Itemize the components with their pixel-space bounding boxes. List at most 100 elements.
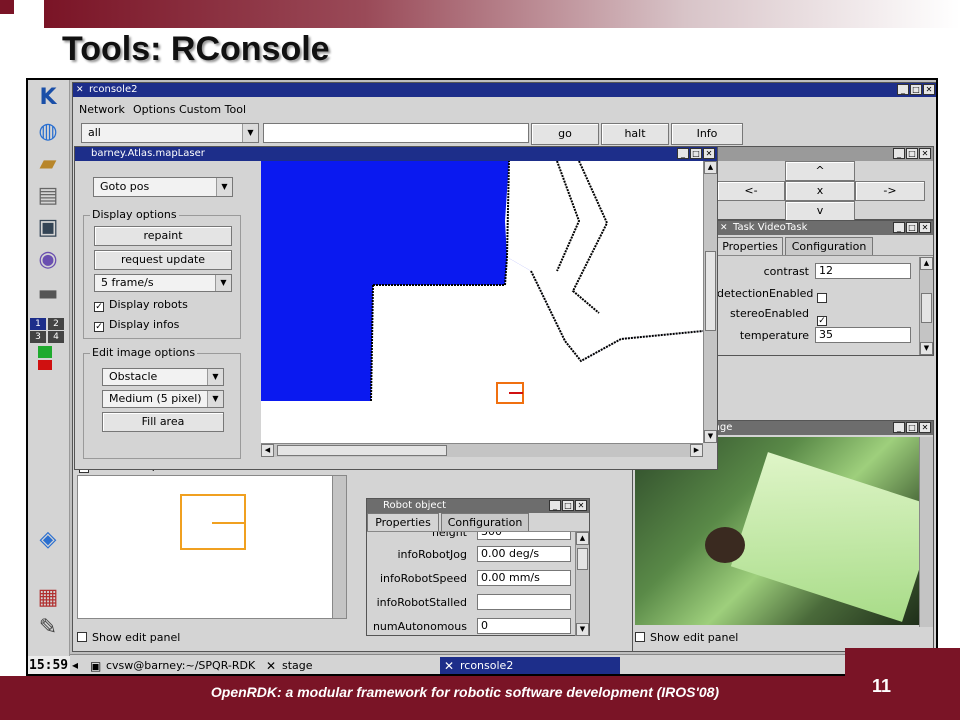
scroll-thumb[interactable] <box>921 293 932 323</box>
show-edit-panel-checkbox-3[interactable]: Show edit panel <box>635 631 738 645</box>
vertical-scrollbar[interactable] <box>919 437 933 627</box>
scroll-thumb[interactable] <box>705 251 716 331</box>
vertical-scrollbar[interactable]: ▲ ▼ <box>919 257 933 355</box>
printer-icon[interactable]: ▬ <box>32 280 64 308</box>
scroll-down-icon[interactable]: ▼ <box>704 430 717 443</box>
kde-icon[interactable]: K <box>32 84 64 112</box>
menu-network[interactable]: Network <box>79 103 125 116</box>
maximize-button[interactable]: □ <box>562 500 574 511</box>
map-vertical-scrollbar[interactable]: ▲ ▼ <box>703 161 717 443</box>
display-infos-checkbox[interactable]: ✓ Display infos <box>94 318 179 332</box>
scroll-up-icon[interactable]: ▲ <box>920 257 933 270</box>
shell-icon[interactable]: ◈ <box>32 526 64 554</box>
mode-selector[interactable]: Goto pos ▼ <box>93 177 233 197</box>
halt-button[interactable]: halt <box>601 123 669 145</box>
pen-icon[interactable]: ✎ <box>32 614 64 642</box>
temperature-input[interactable]: 35 <box>815 327 911 343</box>
minimize-button[interactable]: _ <box>897 84 909 95</box>
scroll-left-icon[interactable]: ◀ <box>261 444 274 457</box>
laser-map-view[interactable] <box>261 161 703 443</box>
fill-area-button[interactable]: Fill area <box>102 412 224 432</box>
move-back-button[interactable]: v <box>785 201 855 221</box>
display-robots-checkbox[interactable]: ✓ Display robots <box>94 298 188 312</box>
repaint-button[interactable]: repaint <box>94 226 232 246</box>
contrast-input[interactable]: 12 <box>815 263 911 279</box>
maximize-button[interactable]: □ <box>906 222 918 233</box>
scroll-right-icon[interactable]: ▶ <box>690 444 703 457</box>
minimize-button[interactable]: _ <box>677 148 689 159</box>
close-button[interactable]: ✕ <box>703 148 715 159</box>
robot-object-titlebar[interactable]: Robot object _ □ ✕ <box>367 499 589 513</box>
menu-options[interactable]: Options <box>133 103 175 116</box>
clock: 15:59 <box>28 656 70 674</box>
clipboard-icon[interactable]: ▦ <box>32 584 64 612</box>
scroll-thumb[interactable] <box>577 548 588 570</box>
task-rconsole[interactable]: ✕ rconsole2 <box>440 657 620 674</box>
pen-size-selector[interactable]: Medium (5 pixel) ▼ <box>102 390 224 408</box>
menu-custom-tool[interactable]: Custom Tool <box>179 103 246 116</box>
num-autonomous-value[interactable]: 0 <box>477 618 571 634</box>
info-robot-speed-value[interactable]: 0.00 mm/s <box>477 570 571 586</box>
maximize-button[interactable]: □ <box>690 148 702 159</box>
tab-configuration[interactable]: Configuration <box>785 237 873 255</box>
robot-canvas[interactable] <box>77 475 347 619</box>
turn-right-button[interactable]: -> <box>855 181 925 201</box>
scroll-down-icon[interactable]: ▼ <box>920 342 933 355</box>
info-robot-jog-value[interactable]: 0.00 deg/s <box>477 546 571 562</box>
close-button[interactable]: ✕ <box>919 148 931 159</box>
detection-enabled-checkbox[interactable] <box>817 287 832 306</box>
cd-icon[interactable]: ◉ <box>32 246 64 274</box>
stop-button[interactable]: x <box>785 181 855 201</box>
brush-type-selector[interactable]: Obstacle ▼ <box>102 368 224 386</box>
frame-rate-selector[interactable]: 5 frame/s ▼ <box>94 274 232 292</box>
maximize-button[interactable]: □ <box>906 148 918 159</box>
globe-icon[interactable]: ◍ <box>32 118 64 146</box>
turn-left-button[interactable]: <- <box>717 181 785 201</box>
command-input[interactable] <box>263 123 529 143</box>
tab-properties[interactable]: Properties <box>367 513 439 531</box>
video-task-titlebar[interactable]: ✕ Task VideoTask _ □ ✕ <box>717 221 933 235</box>
node-selector[interactable]: all ▼ <box>81 123 259 143</box>
tab-properties[interactable]: Properties <box>717 237 783 255</box>
info-robot-stalled-value[interactable] <box>477 594 571 610</box>
scroll-thumb[interactable] <box>277 445 447 456</box>
pager-desktop-2[interactable]: 2 <box>48 318 64 330</box>
tab-configuration[interactable]: Configuration <box>441 513 529 531</box>
map-horizontal-scrollbar[interactable]: ◀ ▶ <box>261 443 703 457</box>
document-icon[interactable]: ▤ <box>32 182 64 210</box>
task-terminal[interactable]: ▣ cvsw@barney:~/SPQR-RDK <box>86 657 256 674</box>
vertical-scrollbar[interactable] <box>332 476 346 618</box>
pager-desktop-1[interactable]: 1 <box>30 318 46 330</box>
vertical-scrollbar[interactable]: ▲ ▼ <box>575 532 589 636</box>
show-edit-panel-checkbox-2[interactable]: Show edit panel <box>77 631 180 645</box>
map-laser-titlebar[interactable]: barney.Atlas.mapLaser _ □ ✕ <box>75 147 717 161</box>
scroll-down-icon[interactable]: ▼ <box>576 623 589 636</box>
folder-icon[interactable]: ▰ <box>32 150 64 178</box>
go-button[interactable]: go <box>531 123 599 145</box>
height-value[interactable]: 300 <box>477 532 571 540</box>
task-stage[interactable]: ✕ stage <box>262 657 432 674</box>
pager-desktop-3[interactable]: 3 <box>30 331 46 343</box>
move-forward-button[interactable]: ^ <box>785 161 855 181</box>
maximize-button[interactable]: □ <box>906 422 918 433</box>
scroll-up-icon[interactable]: ▲ <box>704 161 717 174</box>
request-update-button[interactable]: request update <box>94 250 232 270</box>
menu-arrow-icon[interactable]: ◂ <box>72 658 78 672</box>
pager-desktop-4[interactable]: 4 <box>48 331 64 343</box>
scroll-up-icon[interactable]: ▲ <box>576 532 589 545</box>
maximize-button[interactable]: □ <box>910 84 922 95</box>
joystick-titlebar[interactable]: _ □ ✕ <box>717 147 933 161</box>
close-button[interactable]: ✕ <box>919 422 931 433</box>
info-button[interactable]: Info <box>671 123 743 145</box>
minimize-button[interactable]: _ <box>549 500 561 511</box>
close-button[interactable]: ✕ <box>575 500 587 511</box>
close-button[interactable]: ✕ <box>923 84 935 95</box>
monitor-icon[interactable]: ▣ <box>32 214 64 242</box>
minimize-button[interactable]: _ <box>893 148 905 159</box>
stereo-enabled-checkbox[interactable]: ✓ <box>817 307 832 326</box>
minimize-button[interactable]: _ <box>893 222 905 233</box>
minimize-button[interactable]: _ <box>893 422 905 433</box>
prop-label-stereo-enabled: stereoEnabled <box>729 307 809 320</box>
rconsole-titlebar[interactable]: ✕ rconsole2 _ □ ✕ <box>73 83 936 97</box>
close-button[interactable]: ✕ <box>919 222 931 233</box>
